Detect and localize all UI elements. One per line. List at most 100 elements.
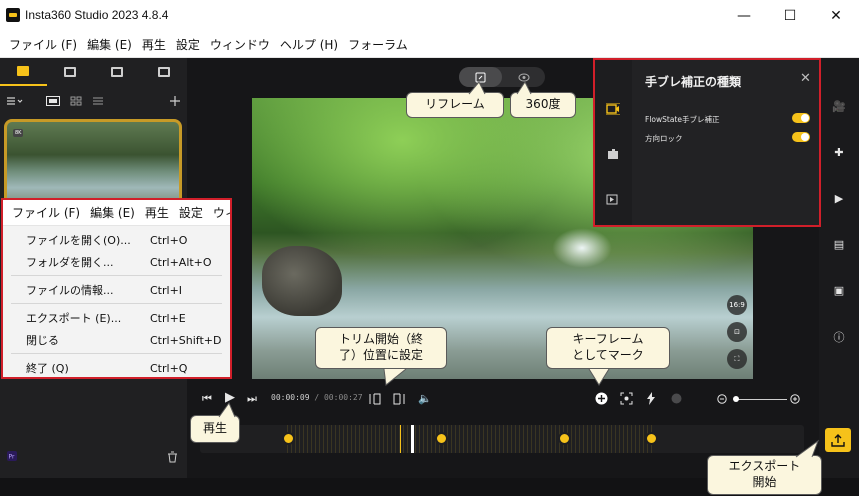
menu-separator (11, 275, 222, 276)
stabilization-title: 手ブレ補正の種類 (645, 75, 742, 89)
flowstate-toggle[interactable] (792, 113, 810, 123)
tab-folder[interactable] (47, 58, 94, 86)
callout-pointer (516, 81, 532, 95)
callout-360: 360度 (510, 81, 576, 118)
thumbnail-view-icon[interactable] (46, 96, 60, 106)
menu-window[interactable]: ウィンドウ (205, 36, 275, 53)
menu-forum[interactable]: フォーラム (343, 36, 413, 53)
zoom-in-icon[interactable] (790, 394, 801, 405)
list-view-icon[interactable] (92, 96, 104, 106)
reframe-view-icon[interactable]: ⊡ (727, 322, 747, 342)
time-total: / 00:00:27 (314, 393, 363, 402)
menu-item-open-folder[interactable]: フォルダを開く... Ctrl+Alt+O (3, 251, 230, 273)
skip-start-icon[interactable]: ⏮ (202, 392, 212, 406)
app-window: Insta360 Studio 2023 4.8.4 — ☐ ✕ ファイル (F… (0, 0, 859, 496)
menu-file[interactable]: ファイル (F) (4, 36, 82, 53)
trim-marker (400, 425, 401, 453)
close-icon[interactable]: ✕ (800, 71, 811, 86)
callout-pointer (588, 368, 610, 386)
timeline-track[interactable] (200, 425, 804, 453)
callout-pointer (383, 368, 407, 386)
trash-icon[interactable] (167, 451, 178, 463)
premiere-icon[interactable]: Pr (7, 451, 17, 461)
color-icon[interactable]: ▣ (831, 282, 847, 298)
reframe-icon (475, 72, 486, 82)
zoom-slider[interactable] (735, 399, 787, 400)
menu-bar: ファイル (F) 編集 (E) 再生 設定 ウィンドウ ヘルプ (H) フォーラ… (0, 31, 859, 58)
folder-icon (64, 67, 77, 77)
maximize-button[interactable]: ☐ (767, 0, 813, 31)
subtitle-icon[interactable]: ▤ (831, 236, 847, 252)
menu-item-open-file[interactable]: ファイルを開く(O)... Ctrl+O (3, 229, 230, 251)
export-button[interactable] (825, 428, 851, 452)
menu-item-close[interactable]: 閉じる Ctrl+Shift+D (3, 329, 230, 351)
menu-edit[interactable]: 編集 (E) (85, 204, 140, 221)
sort-icon[interactable] (6, 96, 24, 106)
fullscreen-icon[interactable]: ⛶ (727, 349, 747, 369)
close-button[interactable]: ✕ (813, 0, 859, 31)
media-panel-tabs (0, 58, 187, 86)
stabilization-panel: 手ブレ補正の種類 ✕ FlowState手ブレ補正 方向ロック (593, 58, 821, 227)
aspect-ratio-button[interactable]: 16:9 (727, 295, 747, 315)
callout-keyframe: キーフレーム としてマーク (546, 327, 670, 386)
menu-item-shortcut: Ctrl+E (150, 311, 186, 325)
menu-item-label: エクスポート (E)... (26, 312, 122, 325)
ai-edit-icon[interactable] (606, 192, 620, 206)
keyframe-marker[interactable] (435, 432, 448, 445)
plugin-icon[interactable] (606, 147, 620, 161)
add-keyframe-icon[interactable] (595, 392, 608, 405)
media-thumbnail[interactable]: 8K (4, 119, 182, 207)
menu-play[interactable]: 再生 (137, 36, 171, 53)
callout-pointer (795, 439, 820, 458)
menu-edit[interactable]: 編集 (E) (82, 36, 137, 53)
callout-reframe: リフレーム (406, 81, 504, 118)
eye-icon (518, 73, 529, 81)
trim-start-icon[interactable] (368, 393, 382, 405)
menu-item-shortcut: Ctrl+I (150, 283, 183, 297)
video-scene-rock (262, 246, 342, 316)
menu-item-shortcut: Ctrl+Alt+O (150, 255, 212, 269)
direction-lock-label: 方向ロック (645, 134, 683, 143)
tab-import[interactable] (94, 58, 141, 86)
video-scene-waterfall (552, 228, 612, 268)
title-bar: Insta360 Studio 2023 4.8.4 — ☐ ✕ (0, 0, 859, 31)
trim-end-icon[interactable] (392, 393, 406, 405)
timeline-clip[interactable] (287, 425, 655, 453)
grid-view-icon[interactable] (70, 96, 82, 106)
timecode: 00:00:09 / 00:00:27 (271, 393, 363, 402)
export-icon (831, 433, 845, 447)
ai-edit-icon[interactable]: ▶ (831, 190, 847, 206)
menu-item-file-info[interactable]: ファイルの情報... Ctrl+I (3, 279, 230, 301)
skip-end-icon[interactable]: ⏭ (247, 392, 257, 406)
menu-settings[interactable]: 設定 (171, 36, 205, 53)
menu-window[interactable]: ウィン (208, 204, 230, 221)
menu-play[interactable]: 再生 (140, 204, 174, 221)
effect-icon[interactable] (670, 392, 683, 405)
menu-item-export[interactable]: エクスポート (E)... Ctrl+E (3, 307, 230, 329)
menu-file[interactable]: ファイル (F) (7, 204, 85, 221)
minimize-button[interactable]: — (721, 0, 767, 31)
zoom-out-icon[interactable] (717, 394, 728, 405)
menu-item-quit[interactable]: 終了 (Q) Ctrl+Q (3, 357, 230, 379)
menu-settings[interactable]: 設定 (174, 204, 208, 221)
callout-export: エクスポート 開始 (707, 439, 822, 495)
add-icon[interactable] (169, 95, 181, 107)
callout-reframe-text: リフレーム (425, 97, 485, 112)
info-icon[interactable]: ⓘ (831, 329, 847, 345)
tab-media-library[interactable] (0, 58, 47, 86)
zoom-slider-handle[interactable] (733, 396, 739, 402)
volume-icon[interactable]: 🔈 (418, 392, 432, 405)
keyframe-marker[interactable] (645, 432, 658, 445)
tab-edit-list[interactable] (140, 58, 187, 86)
stabilization-camera-icon[interactable] (606, 103, 620, 115)
playhead[interactable] (411, 425, 414, 453)
menu-help[interactable]: ヘルプ (H) (275, 36, 343, 53)
callout-export-line1: エクスポート (728, 459, 801, 474)
keyframe-marker[interactable] (282, 432, 295, 445)
keyframe-marker[interactable] (558, 432, 571, 445)
plugin-icon[interactable]: ✚ (831, 144, 847, 160)
tracking-icon[interactable] (620, 392, 633, 405)
speed-icon[interactable] (646, 392, 656, 405)
direction-lock-toggle[interactable] (792, 132, 810, 142)
stabilization-icon[interactable]: 🎥 (831, 98, 847, 114)
